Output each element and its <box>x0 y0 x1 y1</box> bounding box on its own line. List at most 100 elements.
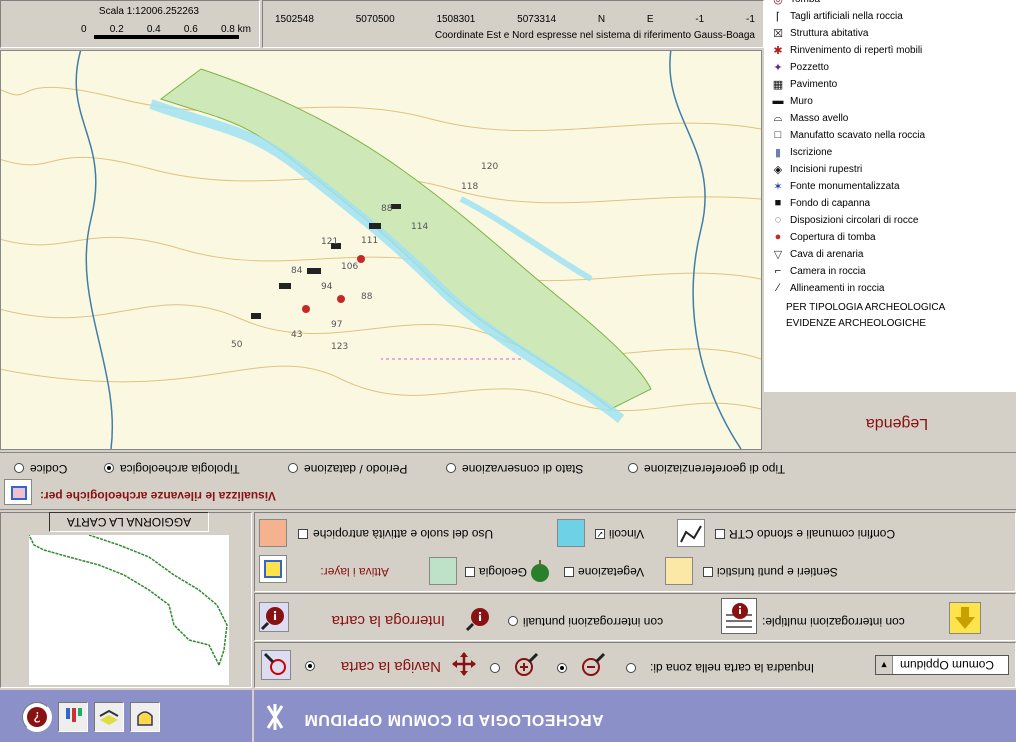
legend-item: ⌈ Tagli artificiali nella roccia <box>772 10 903 23</box>
wall-icon: ▬ <box>772 95 784 107</box>
land-use-checkbox[interactable] <box>298 529 308 539</box>
boundaries-label: Confini comunali e sfondo CTR <box>729 527 896 541</box>
pan-radio[interactable] <box>490 663 500 673</box>
option-conservation-radio[interactable] <box>446 463 456 473</box>
point-query-icon[interactable]: ! <box>465 601 493 632</box>
app-logo-icon <box>264 702 286 732</box>
legend-item: ☒ Struttura abitativa <box>772 27 868 40</box>
legend-item: ◈ Incisioni rupestri <box>772 163 863 176</box>
scale-tick-4: 0.8 km <box>220 24 251 35</box>
svg-text:118: 118 <box>461 182 478 192</box>
svg-text:!: ! <box>477 609 482 623</box>
geology-checkbox[interactable] <box>465 567 475 577</box>
point-query-radio[interactable] <box>508 616 518 626</box>
zoom-area-label: Inquadra la carta nella zona di: <box>650 661 815 675</box>
scale-bar <box>94 35 239 39</box>
option-period-label: Periodo / datazione <box>304 462 408 476</box>
shield-icon[interactable] <box>130 702 160 732</box>
option-georef-radio[interactable] <box>628 463 638 473</box>
trails-checkbox[interactable] <box>703 567 713 577</box>
svg-text:43: 43 <box>291 330 302 340</box>
point-query-label: con interrogazioni puntuali <box>523 615 664 629</box>
legend-item-label: Muro <box>790 95 813 107</box>
blue-star-icon: ✶ <box>773 180 783 193</box>
red-circle-icon: ● <box>774 231 782 243</box>
zoom-in-radio[interactable] <box>557 663 567 673</box>
trails-label: Sentieri e punti turistici <box>717 565 838 579</box>
chart-icon[interactable] <box>58 702 88 732</box>
main-map[interactable]: 114 111 121 88 120 118 106 84 94 88 97 1… <box>0 50 762 450</box>
constraints-label: Vincoli <box>609 527 645 541</box>
svg-text:94: 94 <box>321 282 333 292</box>
legend-title-band: Legenda <box>764 392 1016 450</box>
option-period-radio[interactable] <box>288 463 298 473</box>
coord-value-1: 5070500 <box>355 14 395 25</box>
legend-item: ▮ Iscrizione <box>772 146 832 159</box>
constraints-checkbox[interactable] <box>595 529 605 539</box>
zoom-out-icon[interactable] <box>579 648 607 679</box>
legend-item-label: Camera in roccia <box>790 265 866 277</box>
legend-item: ■ Fondo di capanna <box>772 197 870 209</box>
svg-text:84: 84 <box>291 266 303 276</box>
arrow-up-icon[interactable] <box>949 602 981 634</box>
black-square-icon: ■ <box>774 197 782 209</box>
app-window: ARCHEOLOGIA DI COMUM OPPIDUM ? Naviga la… <box>0 0 1016 742</box>
legend-item-label: Manufatto scavato nella roccia <box>790 129 926 141</box>
slash-icon: ∕ <box>777 282 779 294</box>
overview-map[interactable] <box>28 534 229 685</box>
boundaries-checkbox[interactable] <box>715 529 725 539</box>
legend-item-label: Copertura di tomba <box>790 231 876 243</box>
svg-text:123: 123 <box>331 342 348 352</box>
zoom-out-radio[interactable] <box>626 663 636 673</box>
scale-ticks: 0 0.2 0.4 0.6 0.8 km <box>81 24 251 35</box>
svg-text:121: 121 <box>321 237 338 247</box>
legend-item: ▽ Cava di arenaria <box>772 248 864 261</box>
navigate-icon <box>261 650 291 680</box>
legend-title: Legenda <box>865 415 929 432</box>
boat-icon: ⌓ <box>773 111 783 124</box>
navigate-radio[interactable] <box>305 661 315 671</box>
visualize-title: Visualizza le rilevanze archeologiche pe… <box>40 489 276 503</box>
legend-item: ⌐ Camera in roccia <box>772 265 866 277</box>
legend-item: ◎ Tomba <box>772 0 820 6</box>
legend-item: ● Copertura di tomba <box>772 231 876 243</box>
triangle-icon: ▽ <box>773 248 783 261</box>
coord-value-2: 1508301 <box>436 14 476 25</box>
pan-icon[interactable] <box>451 648 477 677</box>
svg-text:88: 88 <box>361 292 373 302</box>
svg-text:120: 120 <box>481 162 498 172</box>
svg-text:111: 111 <box>361 236 378 246</box>
option-georef-label: Tipo di georeferenziazione <box>644 462 785 476</box>
coord-value-3: 5073314 <box>517 14 557 25</box>
legend-item-label: Disposizioni circolari di rocce <box>790 214 919 226</box>
dropdown-arrow-icon[interactable]: ▼ <box>876 656 893 674</box>
zone-select-value: Comum Oppidum <box>900 658 995 672</box>
vegetation-checkbox[interactable] <box>564 567 574 577</box>
map-drawing: 114 111 121 88 120 118 106 84 94 88 97 1… <box>0 50 762 450</box>
svg-text:106: 106 <box>341 262 358 272</box>
legend-item: ◌ Disposizioni circolari di rocce <box>772 214 919 226</box>
update-map-button[interactable]: AGGIORNA LA CARTA <box>49 512 209 532</box>
option-conservation-label: Stato di conservazione <box>462 462 584 476</box>
coordinates-values: 1502548 5070500 1508301 5073314 N E -1 -… <box>275 14 755 25</box>
geology-icon <box>429 557 457 585</box>
option-typology-radio[interactable] <box>104 463 114 473</box>
scale-tick-0: 0 <box>81 24 87 35</box>
land-use-label: Uso del suolo e attività antropiche <box>313 527 494 541</box>
svg-text:!: ! <box>737 603 742 616</box>
legend-item: ✱ Rinvenimento di repertì mobili <box>772 44 923 57</box>
query-title: Interroga la carta <box>331 612 445 629</box>
legend-panel: Legenda EVIDENZE ARCHEOLOGICHE PER TIPOL… <box>764 0 1016 450</box>
svg-text:114: 114 <box>411 222 428 232</box>
zone-select[interactable]: Comum Oppidum ▼ <box>875 655 1009 675</box>
navigate-label: Naviga la carta <box>340 658 441 675</box>
option-code-radio[interactable] <box>14 463 24 473</box>
legend-item: ✦ Pozzetto <box>772 61 829 74</box>
layers-icon[interactable] <box>94 702 124 732</box>
multi-query-icon[interactable]: ! <box>721 598 757 634</box>
zoom-in-icon[interactable] <box>512 648 540 679</box>
legend-item: ⌓ Masso avello <box>772 111 849 124</box>
legend-item-label: Masso avello <box>790 112 849 124</box>
help-icon[interactable]: ? <box>22 702 52 732</box>
legend-item-label: Rinvenimento di repertì mobili <box>790 44 923 56</box>
